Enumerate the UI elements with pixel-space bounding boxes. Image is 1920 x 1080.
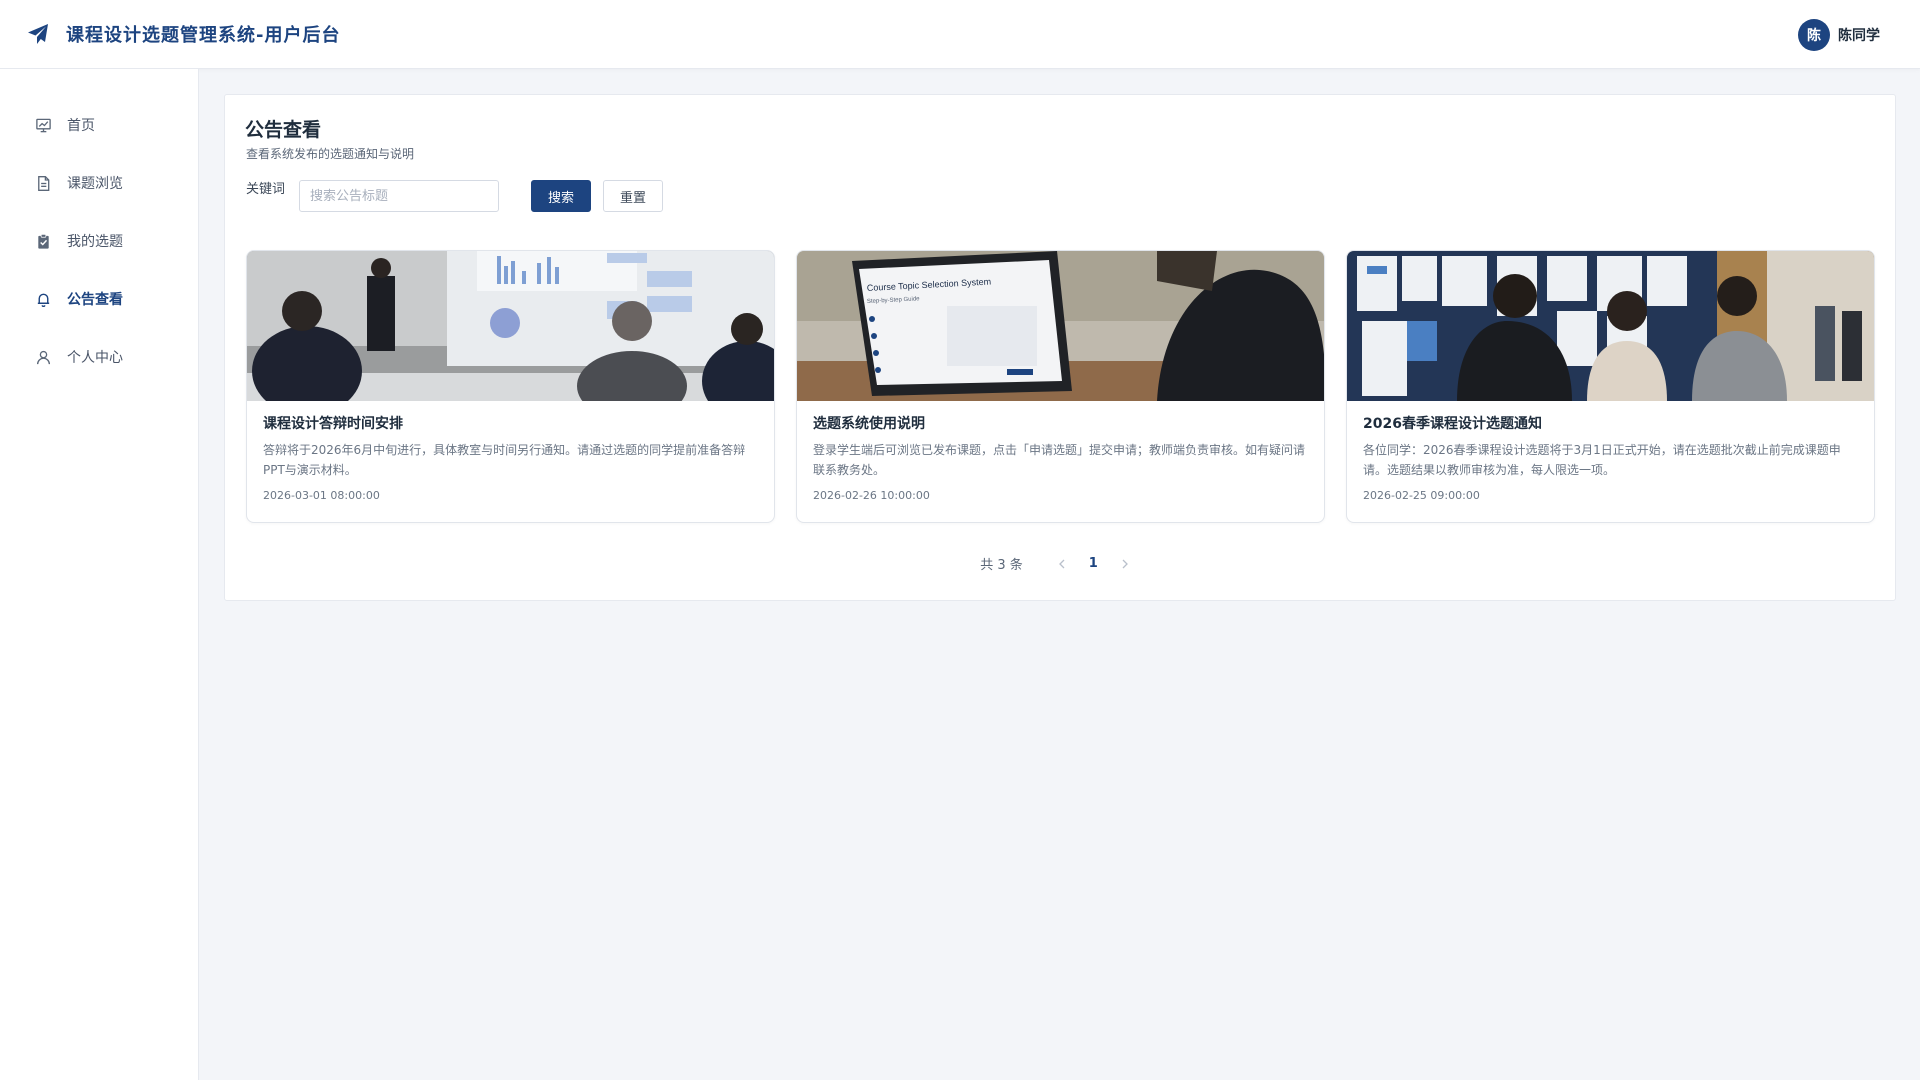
top-header: 课程设计选题管理系统-用户后台 陈 陈同学 (0, 0, 1920, 69)
sidebar-item-profile[interactable]: 个人中心 (0, 328, 198, 386)
sidebar-item-label: 课题浏览 (67, 176, 123, 192)
sidebar-item-my-topics[interactable]: 我的选题 (0, 212, 198, 270)
sidebar-item-home[interactable]: 首页 (0, 96, 198, 154)
user-icon (36, 350, 51, 364)
page-number-current[interactable]: 1 (1089, 556, 1098, 571)
avatar[interactable]: 陈 (1798, 18, 1830, 51)
brand[interactable]: 课程设计选题管理系统-用户后台 (26, 21, 340, 47)
notice-date: 2026-02-26 10:00:00 (813, 489, 930, 502)
laptop-system-image: Course Topic Selection System Step-by-St… (797, 251, 1324, 401)
notice-card[interactable]: 2026春季课程设计选题通知 各位同学：2026春季课程设计选题将于3月1日正式… (1346, 250, 1875, 523)
notice-title: 2026春季课程设计选题通知 (1363, 416, 1542, 432)
pagination: 共 3 条 1 (225, 554, 1897, 573)
paper-plane-icon (28, 24, 48, 44)
announcements-panel: 公告查看 查看系统发布的选题通知与说明 关键词 搜索 重置 (224, 94, 1896, 601)
page-subtitle: 查看系统发布的选题通知与说明 (246, 147, 415, 161)
notice-title: 课程设计答辩时间安排 (263, 416, 403, 432)
chevron-right-icon[interactable] (1117, 556, 1133, 572)
document-icon (38, 175, 50, 191)
notice-list: 课程设计答辩时间安排 答辩将于2026年6月中旬进行，具体教室与时间另行通知。请… (246, 250, 1875, 523)
app-title: 课程设计选题管理系统-用户后台 (66, 25, 341, 46)
search-button[interactable]: 搜索 (531, 180, 591, 212)
sidebar-item-announcements[interactable]: 公告查看 (0, 270, 198, 328)
sidebar: 首页 课题浏览 我的选题 公告查看 个人中心 (0, 69, 199, 1080)
user-name[interactable]: 陈同学 (1838, 25, 1880, 45)
notice-summary: 各位同学：2026春季课程设计选题将于3月1日正式开始，请在选题批次截止前完成课… (1363, 443, 1841, 477)
presentation-meeting-image (247, 251, 774, 401)
sidebar-item-label: 我的选题 (67, 234, 123, 250)
reset-button[interactable]: 重置 (603, 180, 663, 212)
notice-summary: 登录学生端后可浏览已发布课题，点击「申请选题」提交申请；教师端负责审核。如有疑问… (813, 443, 1306, 477)
sidebar-item-label: 公告查看 (67, 292, 123, 308)
user-menu[interactable]: 陈 陈同学 (1798, 0, 1880, 69)
clipboard-check-icon (38, 233, 49, 249)
pagination-total: 共 3 条 (980, 558, 1023, 573)
sidebar-item-label: 个人中心 (67, 350, 123, 366)
sidebar-item-topics[interactable]: 课题浏览 (0, 154, 198, 212)
notice-summary: 答辩将于2026年6月中旬进行，具体教室与时间另行通知。请通过选题的同学提前准备… (263, 443, 746, 477)
notice-date: 2026-02-25 09:00:00 (1363, 489, 1480, 502)
bell-icon (37, 293, 50, 307)
sidebar-item-label: 首页 (67, 118, 95, 134)
notice-date: 2026-03-01 08:00:00 (263, 489, 380, 502)
students-notice-board-image (1347, 251, 1874, 401)
search-input[interactable] (299, 180, 499, 212)
notice-title: 选题系统使用说明 (813, 416, 925, 432)
notice-card[interactable]: 课程设计答辩时间安排 答辩将于2026年6月中旬进行，具体教室与时间另行通知。请… (246, 250, 775, 523)
page-title: 公告查看 (245, 119, 322, 141)
notice-card[interactable]: Course Topic Selection System Step-by-St… (796, 250, 1325, 523)
chevron-left-icon[interactable] (1054, 556, 1070, 572)
chart-board-icon (36, 118, 51, 132)
keyword-label: 关键词 (246, 182, 286, 197)
